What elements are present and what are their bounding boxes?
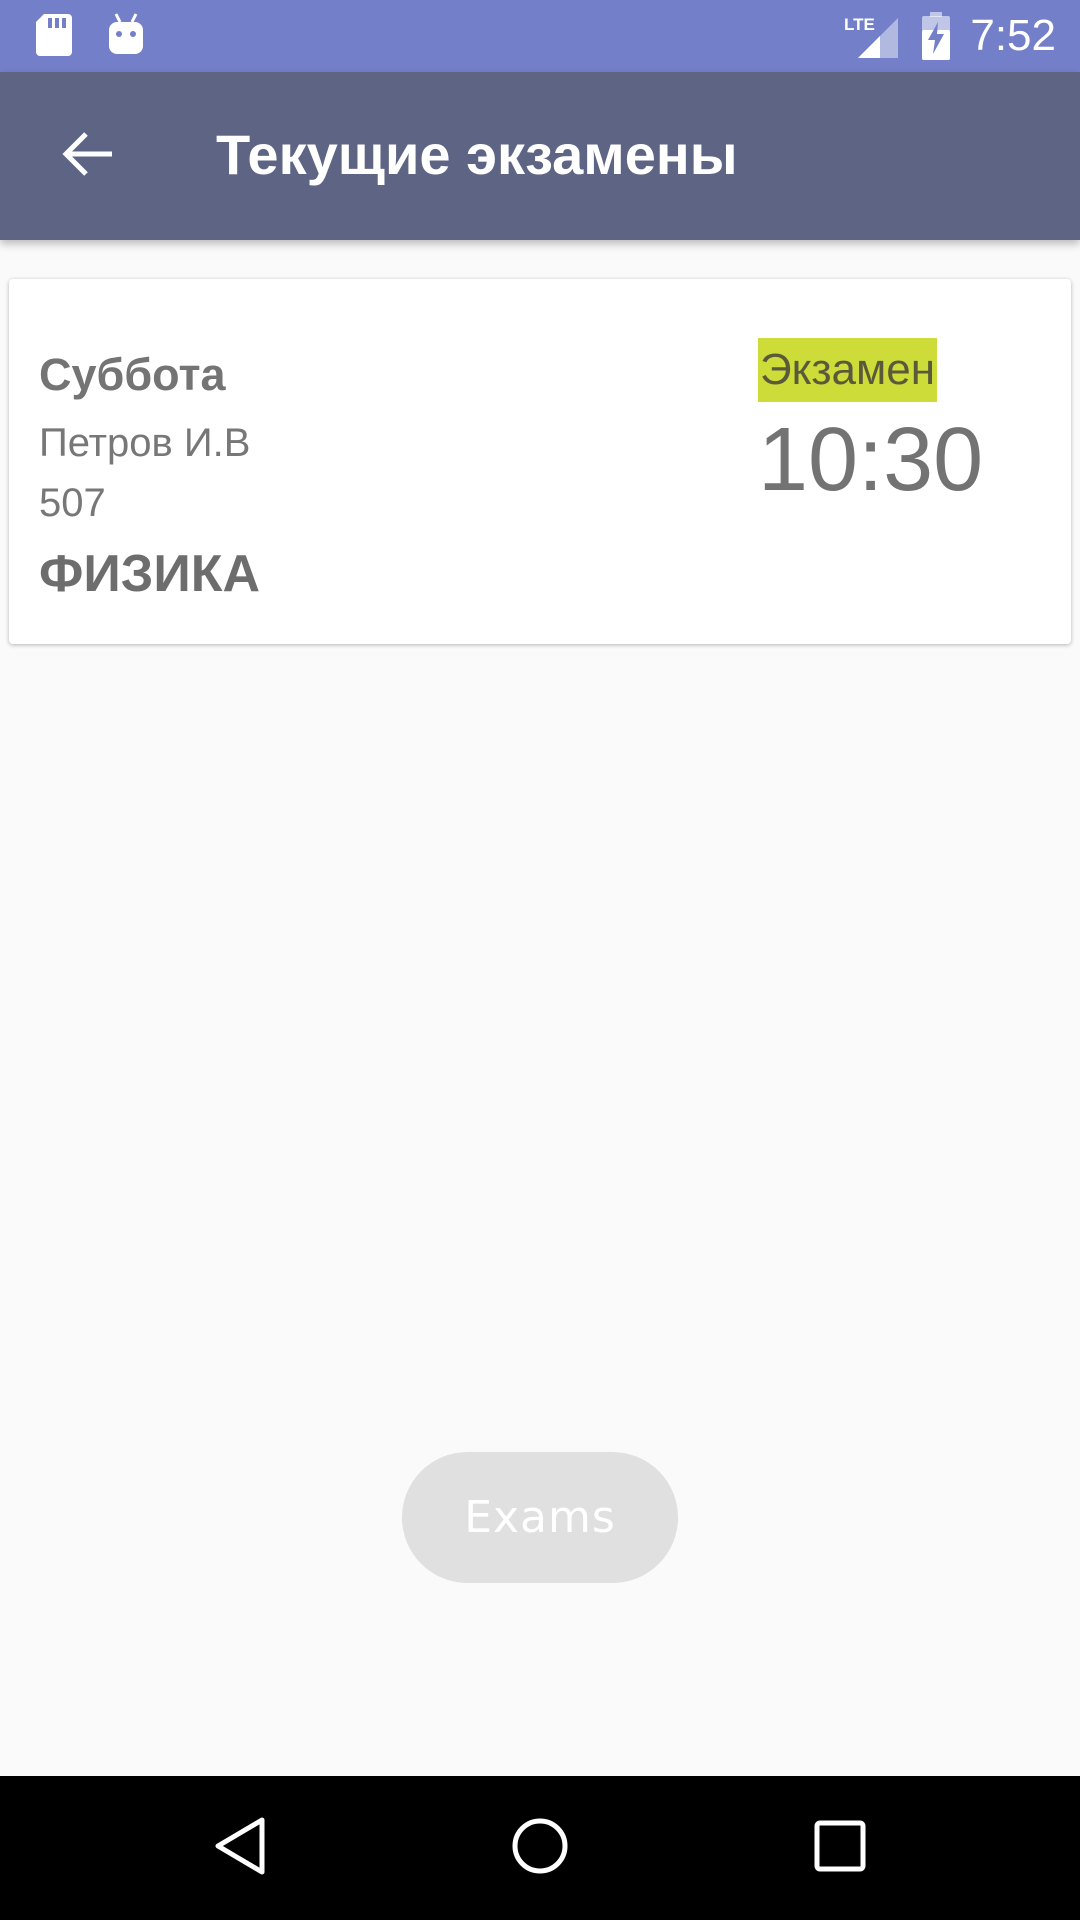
svg-text:LTE: LTE <box>844 15 875 34</box>
exam-room: 507 <box>39 481 106 525</box>
status-bar: LTE 7:52 <box>0 0 1080 72</box>
recents-nav-icon <box>813 1819 867 1878</box>
navigation-bar <box>0 1776 1080 1920</box>
home-nav-button[interactable] <box>492 1800 588 1896</box>
page-title: Текущие экзамены <box>216 123 738 186</box>
lte-signal-icon: LTE <box>844 14 900 63</box>
status-time: 7:52 <box>970 11 1056 60</box>
exam-teacher: Петров И.В <box>39 421 251 465</box>
android-icon <box>106 12 146 61</box>
exam-day: Суббота <box>39 349 226 400</box>
exam-subject: ФИЗИКА <box>39 545 260 603</box>
back-nav-button[interactable] <box>192 1800 288 1896</box>
home-nav-icon <box>510 1816 570 1881</box>
exams-button[interactable]: Exams <box>402 1452 678 1583</box>
exam-type-badge: Экзамен <box>758 338 938 402</box>
arrow-back-icon <box>62 130 114 183</box>
back-nav-icon <box>212 1816 268 1881</box>
exam-time: 10:30 <box>758 410 984 510</box>
recents-nav-button[interactable] <box>792 1800 888 1896</box>
app-toolbar: Текущие экзамены <box>0 72 1080 240</box>
back-button[interactable] <box>40 108 136 204</box>
exam-card[interactable]: Суббота Петров И.В 507 ФИЗИКА Экзамен 10… <box>9 279 1071 644</box>
sd-card-icon <box>36 14 72 61</box>
battery-charging-icon <box>920 12 952 65</box>
